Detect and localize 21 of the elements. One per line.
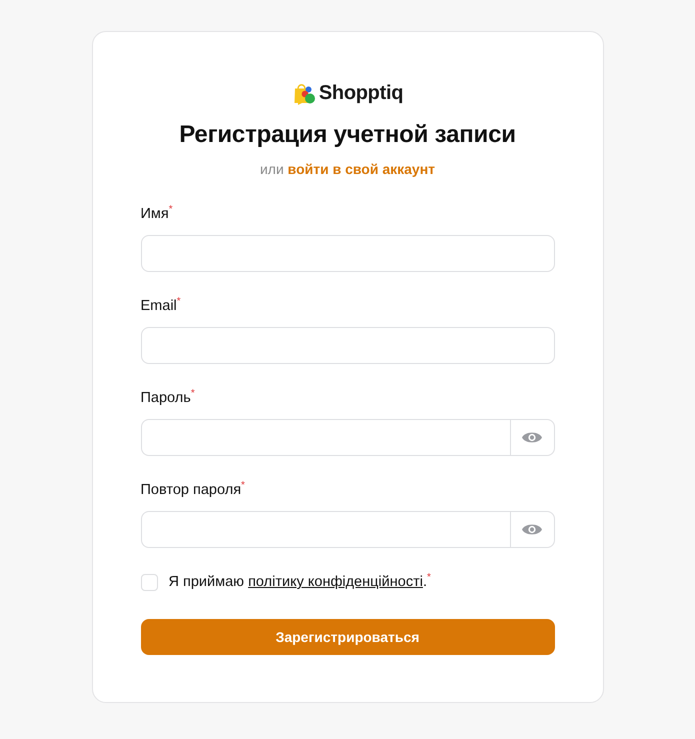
register-button[interactable]: Зарегистрироваться [140,619,554,655]
field-label: Имя$^{*}$ [140,204,173,224]
bag-logo-icon [292,81,316,105]
field-label: Email$^{*}$ [140,296,181,316]
eye-icon [522,523,542,536]
page-title: Регистрация учетной записи [178,120,517,150]
show-password-button[interactable] [510,511,554,548]
logo-text: Shopptiq [318,82,404,104]
privacy-policy-link[interactable]: політику конфіденційності [248,574,423,590]
password-field[interactable] [140,419,510,456]
input-field[interactable] [140,235,554,272]
login-link[interactable]: войти в свой аккаунт [288,161,436,177]
input-field[interactable] [140,327,554,364]
password-field[interactable] [140,511,510,548]
consent-text: Я приймаю політику конфіденційності.$^{*}$ [168,572,431,592]
consent-checkbox[interactable] [140,574,158,590]
subtitle-text: или войти в свой аккаунт [258,160,436,179]
show-password-button[interactable] [510,419,554,456]
field-label: Повтор пароля$^{*}$ [140,480,245,500]
field-label: Пароль$^{*}$ [140,388,195,408]
eye-icon [522,431,542,444]
